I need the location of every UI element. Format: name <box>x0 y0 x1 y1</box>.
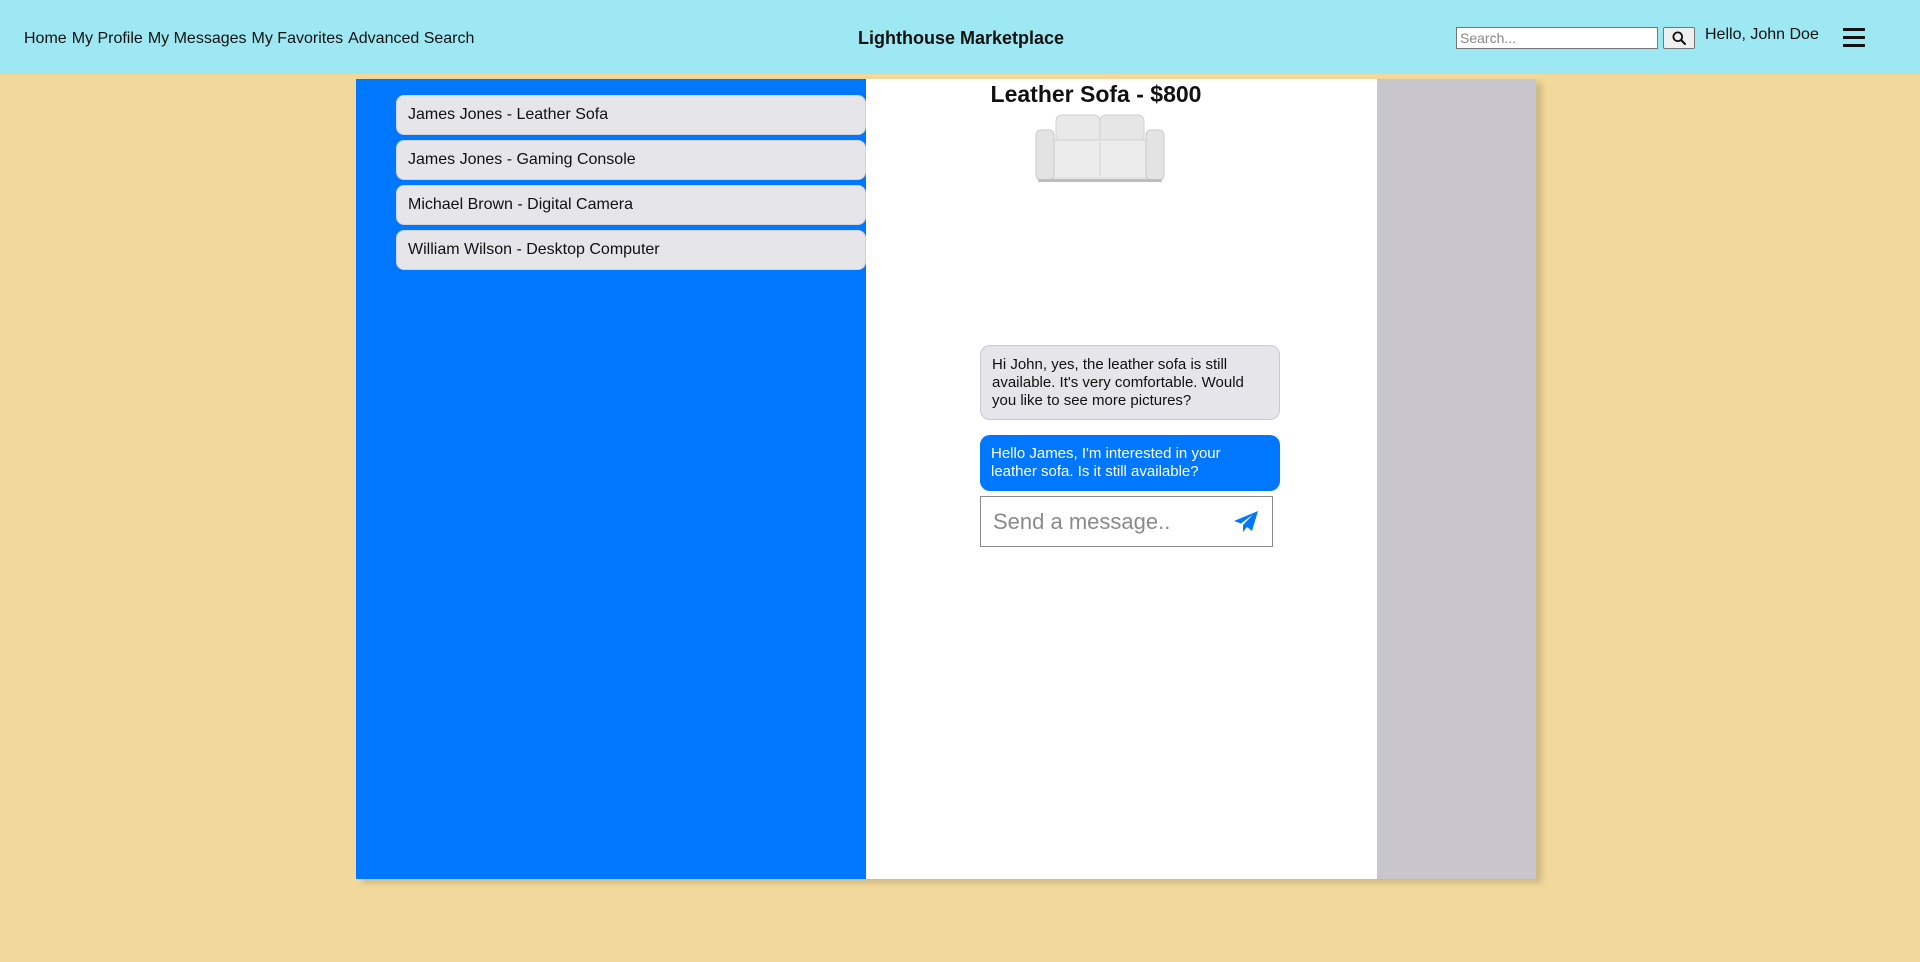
nav-my-messages-link[interactable]: My Messages <box>148 30 247 48</box>
nav-advanced-search-link[interactable]: Advanced Search <box>348 30 474 48</box>
message-bubble-received: Hi John, yes, the leather sofa is still … <box>980 345 1280 420</box>
send-button[interactable] <box>1233 510 1259 534</box>
conversation-sidebar: James Jones - Leather Sofa James Jones -… <box>356 79 866 879</box>
conversation-item-desktop-computer[interactable]: William Wilson - Desktop Computer <box>396 230 866 270</box>
nav-home-link[interactable]: Home <box>24 30 67 48</box>
nav-my-profile-link[interactable]: My Profile <box>72 30 143 48</box>
conversation-item-gaming-console[interactable]: James Jones - Gaming Console <box>396 140 866 180</box>
search-button[interactable] <box>1663 27 1695 49</box>
paper-plane-icon <box>1234 511 1258 532</box>
search-input[interactable] <box>1456 27 1658 49</box>
search-icon <box>1672 31 1686 45</box>
site-title: Lighthouse Marketplace <box>858 28 1065 48</box>
user-greeting: Hello, John Doe <box>1705 26 1819 43</box>
listing-title: Leather Sofa - $800 <box>990 81 1202 107</box>
chat-panel: Leather Sofa - $800 Hi John, yes, the le… <box>866 79 1377 879</box>
message-composer <box>980 496 1273 547</box>
top-header: Home My Profile My Messages My Favorites… <box>0 0 1920 74</box>
hamburger-menu-icon[interactable] <box>1843 28 1865 48</box>
messages-container: James Jones - Leather Sofa James Jones -… <box>356 79 1536 879</box>
sofa-image <box>1035 114 1165 182</box>
message-bubble-sent: Hello James, I'm interested in your leat… <box>980 435 1280 491</box>
message-input[interactable] <box>981 497 1221 546</box>
conversation-item-digital-camera[interactable]: Michael Brown - Digital Camera <box>396 185 866 225</box>
conversation-item-leather-sofa[interactable]: James Jones - Leather Sofa <box>396 95 866 135</box>
main-nav: Home My Profile My Messages My Favorites… <box>24 30 474 48</box>
nav-my-favorites-link[interactable]: My Favorites <box>252 30 344 48</box>
